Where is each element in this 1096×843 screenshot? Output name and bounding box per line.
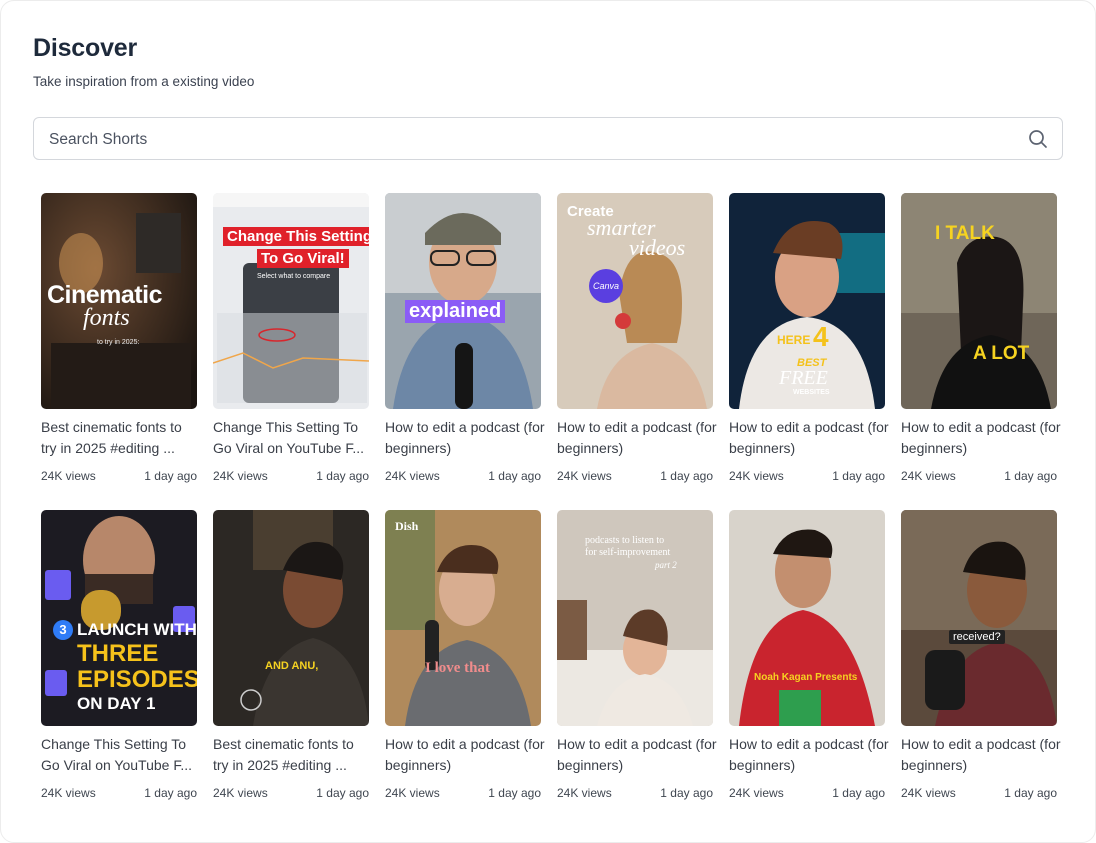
- video-card[interactable]: podcasts to listen to for self-improveme…: [557, 510, 717, 800]
- upload-age: 1 day ago: [832, 469, 885, 483]
- thumbnail-text: podcasts to listen to: [585, 535, 665, 546]
- thumbnail-image: [385, 510, 541, 726]
- thumbnail-text: HERE: [777, 333, 811, 347]
- video-card[interactable]: Noah Kagan Presents How to edit a podcas…: [729, 510, 889, 800]
- page-title: Discover: [33, 34, 138, 62]
- video-title[interactable]: How to edit a podcast (for beginners): [557, 417, 717, 459]
- video-title[interactable]: How to edit a podcast (for beginners): [729, 417, 889, 459]
- show-logo: Dish: [395, 519, 419, 533]
- video-card[interactable]: explained How to edit a podcast (for beg…: [385, 193, 545, 483]
- video-title[interactable]: How to edit a podcast (for beginners): [557, 734, 717, 776]
- thumbnail-text: for self-improvement: [585, 547, 671, 558]
- thumbnail-text: I love that: [425, 660, 490, 676]
- video-title[interactable]: How to edit a podcast (for beginners): [385, 734, 545, 776]
- thumbnail-text: LAUNCH WITH: [77, 620, 197, 639]
- thumbnail-text: to try in 2025:: [97, 339, 140, 346]
- video-thumbnail[interactable]: HERE 4 BEST FREE WEBSITES: [729, 193, 885, 409]
- thumbnail-text: AND ANU,: [265, 660, 319, 672]
- upload-age: 1 day ago: [488, 786, 541, 800]
- thumbnail-text: 4: [813, 321, 829, 352]
- thumbnail-text: EPISODES: [77, 666, 197, 693]
- video-thumbnail[interactable]: Create smarter videos Canva: [557, 193, 713, 409]
- search-input[interactable]: [47, 118, 1011, 161]
- upload-age: 1 day ago: [1004, 469, 1057, 483]
- upload-age: 1 day ago: [144, 786, 197, 800]
- video-title[interactable]: How to edit a podcast (for beginners): [901, 417, 1061, 459]
- view-count: 24K views: [901, 786, 956, 800]
- thumbnail-text: A LOT: [973, 343, 1030, 364]
- discover-panel: Discover Take inspiration from a existin…: [0, 0, 1096, 843]
- page-subtitle: Take inspiration from a existing video: [33, 74, 255, 89]
- episode-badge: 3: [53, 620, 73, 640]
- view-count: 24K views: [901, 469, 956, 483]
- view-count: 24K views: [41, 786, 96, 800]
- upload-age: 1 day ago: [1004, 786, 1057, 800]
- thumbnail-image: [901, 510, 1057, 726]
- search-icon[interactable]: [1028, 129, 1048, 149]
- video-thumbnail[interactable]: 3 LAUNCH WITH THREE EPISODES ON DAY 1: [41, 510, 197, 726]
- view-count: 24K views: [41, 469, 96, 483]
- video-card[interactable]: 3 LAUNCH WITH THREE EPISODES ON DAY 1 Ch…: [41, 510, 197, 800]
- video-thumbnail[interactable]: AND ANU,: [213, 510, 369, 726]
- view-count: 24K views: [385, 469, 440, 483]
- view-count: 24K views: [557, 469, 612, 483]
- video-card[interactable]: AND ANU, Best cinematic fonts to try in …: [213, 510, 369, 800]
- video-card[interactable]: Cinematic fonts to try in 2025: Best cin…: [41, 193, 197, 483]
- thumbnail-text: explained: [405, 300, 506, 323]
- thumbnail-text: Select what to compare: [257, 273, 331, 280]
- video-title[interactable]: Best cinematic fonts to try in 2025 #edi…: [213, 734, 373, 776]
- video-thumbnail[interactable]: I TALK A LOT: [901, 193, 1057, 409]
- upload-age: 1 day ago: [316, 786, 369, 800]
- thumbnail-text: FREE: [779, 367, 828, 389]
- view-count: 24K views: [729, 469, 784, 483]
- upload-age: 1 day ago: [144, 469, 197, 483]
- thumbnail-text: fonts: [83, 305, 130, 331]
- thumbnail-text: WEBSITES: [793, 389, 830, 396]
- thumbnail-image: [213, 193, 369, 409]
- upload-age: 1 day ago: [660, 469, 713, 483]
- search-box: [33, 117, 1063, 161]
- video-title[interactable]: Change This Setting To Go Viral on YouTu…: [213, 417, 373, 459]
- video-thumbnail[interactable]: Dish I love that: [385, 510, 541, 726]
- thumbnail-text: received?: [949, 630, 1005, 644]
- thumbnail-text: Change This Setting: [223, 227, 369, 246]
- upload-age: 1 day ago: [660, 786, 713, 800]
- view-count: 24K views: [729, 786, 784, 800]
- video-title[interactable]: How to edit a podcast (for beginners): [901, 734, 1061, 776]
- video-card[interactable]: Dish I love that How to edit a podcast (…: [385, 510, 545, 800]
- view-count: 24K views: [557, 786, 612, 800]
- video-thumbnail[interactable]: explained: [385, 193, 541, 409]
- video-card[interactable]: Create smarter videos Canva How to edit …: [557, 193, 717, 483]
- upload-age: 1 day ago: [316, 469, 369, 483]
- view-count: 24K views: [385, 786, 440, 800]
- video-title[interactable]: Best cinematic fonts to try in 2025 #edi…: [41, 417, 201, 459]
- thumbnail-text: THREE: [77, 640, 159, 667]
- video-title[interactable]: How to edit a podcast (for beginners): [385, 417, 545, 459]
- upload-age: 1 day ago: [488, 469, 541, 483]
- canva-logo: Canva: [589, 269, 623, 303]
- thumbnail-text: ON DAY 1: [77, 694, 156, 713]
- video-card[interactable]: HERE 4 BEST FREE WEBSITES How to edit a …: [729, 193, 889, 483]
- thumbnail-text: part 2: [655, 560, 677, 570]
- thumbnail-image: [729, 510, 885, 726]
- video-title[interactable]: How to edit a podcast (for beginners): [729, 734, 889, 776]
- video-thumbnail[interactable]: podcasts to listen to for self-improveme…: [557, 510, 713, 726]
- thumbnail-image: [213, 510, 369, 726]
- thumbnail-text: Noah Kagan Presents: [754, 672, 858, 683]
- video-thumbnail[interactable]: Cinematic fonts to try in 2025:: [41, 193, 197, 409]
- thumbnail-text: videos: [629, 235, 686, 260]
- video-card[interactable]: Change This Setting To Go Viral! Select …: [213, 193, 369, 483]
- upload-age: 1 day ago: [832, 786, 885, 800]
- video-thumbnail[interactable]: Change This Setting To Go Viral! Select …: [213, 193, 369, 409]
- thumbnail-text: To Go Viral!: [257, 249, 349, 268]
- view-count: 24K views: [213, 469, 268, 483]
- video-thumbnail[interactable]: received?: [901, 510, 1057, 726]
- video-title[interactable]: Change This Setting To Go Viral on YouTu…: [41, 734, 201, 776]
- thumbnail-text: I TALK: [935, 223, 995, 244]
- video-card[interactable]: received? How to edit a podcast (for beg…: [901, 510, 1061, 800]
- video-thumbnail[interactable]: Noah Kagan Presents: [729, 510, 885, 726]
- view-count: 24K views: [213, 786, 268, 800]
- video-card[interactable]: I TALK A LOT How to edit a podcast (for …: [901, 193, 1061, 483]
